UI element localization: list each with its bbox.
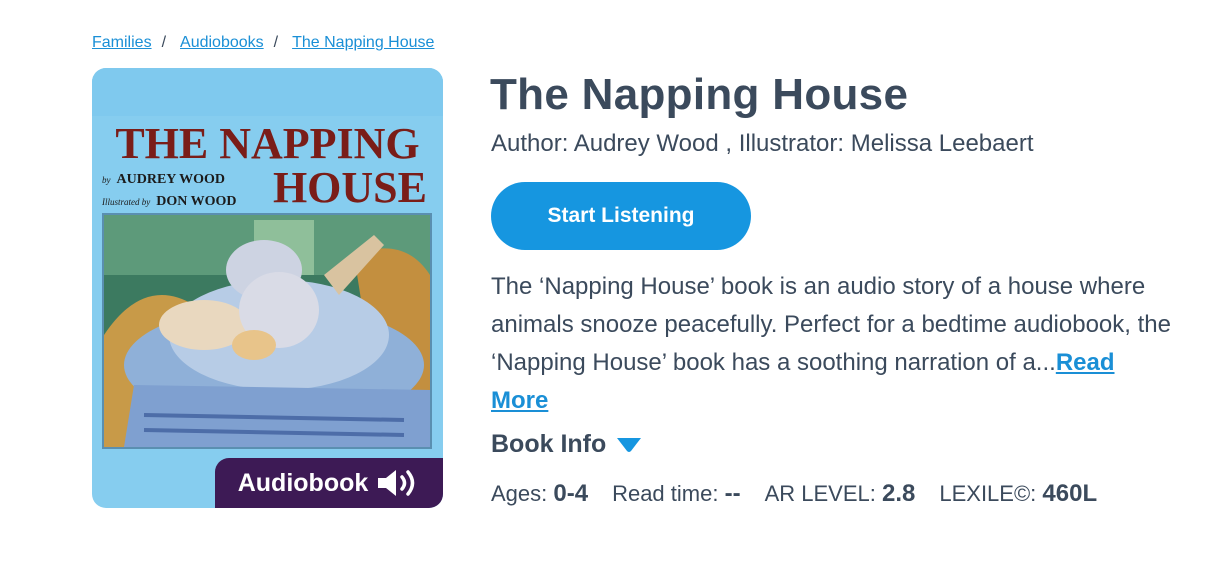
book-stats: Ages: 0-4 Read time: -- AR LEVEL: 2.8 LE… <box>491 480 1121 508</box>
stat-read-time-label: Read time: <box>612 481 719 506</box>
stat-ar-level: AR LEVEL: 2.8 <box>765 480 916 508</box>
book-info-label: Book Info <box>491 430 607 458</box>
book-info-toggle[interactable]: Book Info <box>491 430 642 459</box>
breadcrumb-current-book[interactable]: The Napping House <box>292 34 434 52</box>
breadcrumb-separator: / <box>273 34 279 51</box>
book-cover[interactable]: THE NAPPING by AUDREY WOOD Illustrated by… <box>92 68 443 508</box>
book-title: The Napping House <box>490 70 909 119</box>
audiobook-badge: Audiobook <box>215 458 443 508</box>
breadcrumb-separator: / <box>161 34 167 51</box>
cover-author-credit: by AUDREY WOOD <box>102 170 225 188</box>
start-listening-button[interactable]: Start Listening <box>491 182 751 250</box>
book-description: The ‘Napping House’ book is an audio sto… <box>491 268 1171 420</box>
speaker-icon <box>378 470 415 496</box>
cover-sky <box>92 68 443 116</box>
cover-illustration <box>102 213 432 449</box>
stat-read-time: Read time: -- <box>612 480 741 508</box>
breadcrumb-audiobooks[interactable]: Audiobooks <box>180 34 264 52</box>
breadcrumb-families[interactable]: Families <box>92 34 152 52</box>
cover-illustrated-prefix: Illustrated by <box>102 197 151 207</box>
cover-illustrator-credit: Illustrated by DON WOOD <box>102 192 237 210</box>
cover-title-line2: HOUSE <box>272 163 427 212</box>
stat-ar-level-label: AR LEVEL: <box>764 481 876 506</box>
stat-ages-value: 0-4 <box>553 480 589 507</box>
stat-ar-level-value: 2.8 <box>881 480 916 507</box>
stat-lexile-value: 460L <box>1042 480 1098 507</box>
stat-read-time-value: -- <box>724 480 741 507</box>
audiobook-badge-label: Audiobook <box>237 468 369 497</box>
cover-illustrator-name: DON WOOD <box>156 194 237 209</box>
breadcrumb: Families / Audiobooks / The Napping Hous… <box>92 34 434 52</box>
caret-down-icon <box>617 437 642 452</box>
cover-by-prefix: by <box>102 175 111 185</box>
cover-title-line1: THE NAPPING <box>115 119 420 168</box>
book-credits: Author: Audrey Wood , Illustrator: Melis… <box>491 130 1034 157</box>
cover-author-name: AUDREY WOOD <box>116 172 226 187</box>
stat-lexile-label: LEXILE©: <box>939 481 1037 506</box>
stat-ages-label: Ages: <box>491 481 548 506</box>
stat-ages: Ages: 0-4 <box>491 480 588 508</box>
stat-lexile: LEXILE©: 460L <box>939 480 1097 508</box>
